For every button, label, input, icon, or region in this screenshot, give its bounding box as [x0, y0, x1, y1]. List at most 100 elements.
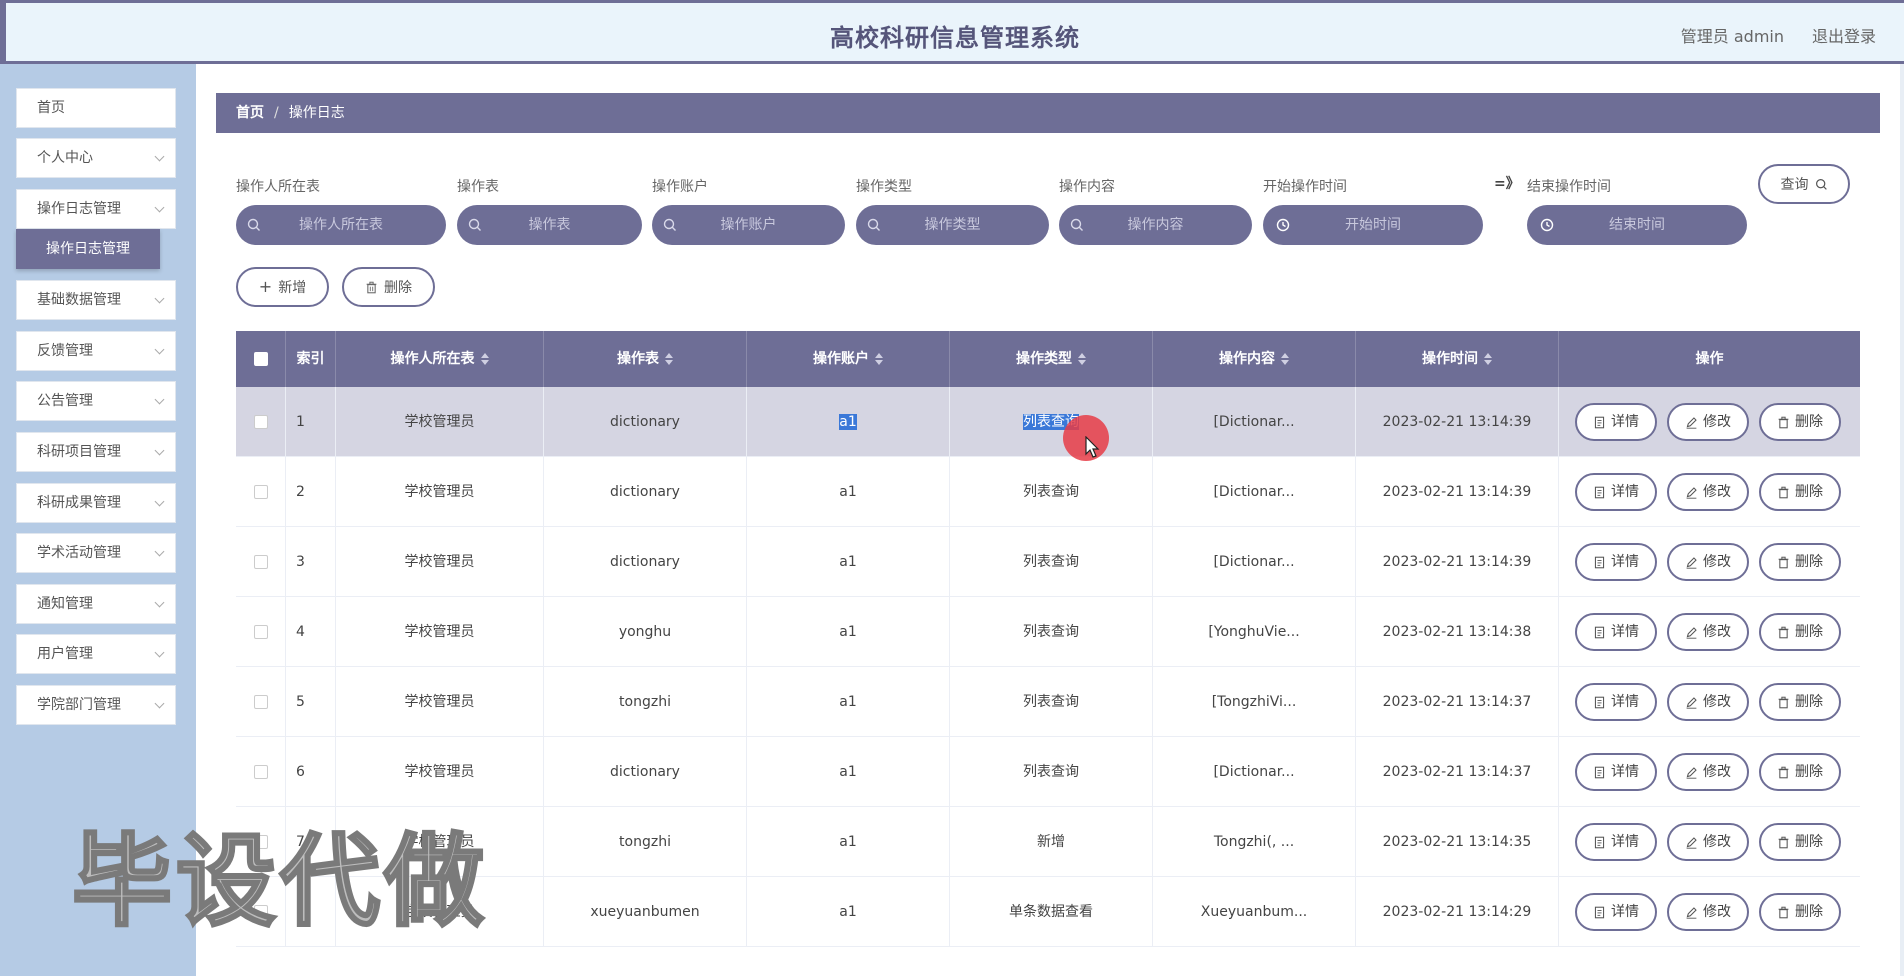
- cell-idx: 5: [286, 667, 336, 737]
- sort-icon: [1078, 353, 1086, 365]
- detail-button[interactable]: 详情: [1575, 823, 1657, 861]
- edit-button[interactable]: 修改: [1667, 753, 1749, 791]
- detail-button[interactable]: 详情: [1575, 753, 1657, 791]
- sidebar-item-label: 公告管理: [37, 393, 93, 409]
- cell-account: a1: [747, 667, 950, 737]
- edit-button[interactable]: 修改: [1667, 893, 1749, 931]
- sidebar-item-feedback[interactable]: 反馈管理: [16, 331, 176, 371]
- chevron-down-icon: [154, 394, 165, 405]
- sidebar-item-home[interactable]: 首页: [16, 88, 176, 128]
- table-row[interactable]: 2 学校管理员 dictionary a1 列表查询 [Dictionar... 2023-…: [236, 457, 1860, 527]
- row-checkbox[interactable]: [254, 415, 268, 429]
- table-row[interactable]: 1 学校管理员 dictionary a1 列表查询 [Dictionar... 2023-…: [236, 387, 1860, 457]
- sidebar-item-achievements[interactable]: 科研成果管理: [16, 483, 176, 523]
- row-delete-button[interactable]: 删除: [1759, 823, 1841, 861]
- sidebar-item-basedata[interactable]: 基础数据管理: [16, 280, 176, 320]
- row-checkbox[interactable]: [254, 555, 268, 569]
- row-checkbox-cell: [236, 667, 286, 737]
- row-delete-button[interactable]: 删除: [1759, 543, 1841, 581]
- sidebar-item-label: 首页: [37, 100, 65, 116]
- filter-input-end-time[interactable]: [1527, 205, 1747, 245]
- cell-table: dictionary: [544, 527, 747, 597]
- row-checkbox[interactable]: [254, 625, 268, 639]
- cell-account: a1: [747, 457, 950, 527]
- edit-button[interactable]: 修改: [1667, 683, 1749, 721]
- detail-button[interactable]: 详情: [1575, 473, 1657, 511]
- document-icon: [1594, 416, 1605, 428]
- header-account[interactable]: 操作账户: [747, 331, 950, 387]
- breadcrumb-current: 操作日志: [288, 105, 345, 121]
- row-checkbox[interactable]: [254, 485, 268, 499]
- sidebar-item-projects[interactable]: 科研项目管理: [16, 432, 176, 472]
- sidebar-item-profile[interactable]: 个人中心: [16, 138, 176, 178]
- cell-account: a1: [747, 877, 950, 947]
- chevron-down-icon: [154, 202, 165, 213]
- trash-icon: [366, 281, 377, 293]
- row-checkbox[interactable]: [254, 695, 268, 709]
- cell-content: [Dictionar...: [1153, 387, 1356, 457]
- delete-button-label: 删除: [384, 280, 412, 296]
- breadcrumb-home[interactable]: 首页: [236, 105, 264, 121]
- detail-button[interactable]: 详情: [1575, 543, 1657, 581]
- cell-idx: 1: [286, 387, 336, 457]
- detail-button[interactable]: 详情: [1575, 613, 1657, 651]
- document-icon: [1594, 836, 1605, 848]
- cell-content: [YonghuVie...: [1153, 597, 1356, 667]
- sidebar-item-label: 操作日志管理: [37, 201, 121, 217]
- filter-input-table[interactable]: [457, 205, 642, 245]
- trash-icon: [1778, 696, 1789, 708]
- sidebar-item-activities[interactable]: 学术活动管理: [16, 533, 176, 573]
- cell-type: 列表查询: [950, 737, 1153, 807]
- table-row[interactable]: 5 学校管理员 tongzhi a1 列表查询 [TongzhiVi... 2023-02-…: [236, 667, 1860, 737]
- row-delete-button[interactable]: 删除: [1759, 683, 1841, 721]
- edit-button[interactable]: 修改: [1667, 613, 1749, 651]
- header-table[interactable]: 操作表: [544, 331, 747, 387]
- sidebar-item-notice[interactable]: 公告管理: [16, 381, 176, 421]
- query-button[interactable]: 查询: [1758, 164, 1850, 204]
- select-all-checkbox[interactable]: [254, 352, 268, 366]
- cell-type: 列表查询: [950, 527, 1153, 597]
- add-button[interactable]: + 新增: [236, 267, 329, 307]
- filter-input-content[interactable]: [1059, 205, 1252, 245]
- filter-input-type[interactable]: [856, 205, 1049, 245]
- row-checkbox-cell: [236, 597, 286, 667]
- sidebar-subitem-oplog[interactable]: 操作日志管理: [16, 229, 160, 269]
- edit-button[interactable]: 修改: [1667, 543, 1749, 581]
- table-row[interactable]: 3 学校管理员 dictionary a1 列表查询 [Dictionar... 2023-…: [236, 527, 1860, 597]
- header-time[interactable]: 操作时间: [1356, 331, 1559, 387]
- row-checkbox[interactable]: [254, 765, 268, 779]
- edit-icon: [1686, 906, 1697, 919]
- filter-input-start-time[interactable]: [1263, 205, 1483, 245]
- table-header: 索引 操作人所在表 操作表 操作账户 操作类型 操作内容 操作时间 操作: [236, 331, 1860, 387]
- trash-icon: [1778, 906, 1789, 918]
- search-icon: [1815, 178, 1827, 190]
- header-user-table[interactable]: 操作人所在表: [336, 331, 544, 387]
- document-icon: [1594, 766, 1605, 778]
- edit-icon: [1686, 766, 1697, 779]
- table-row[interactable]: 4 学校管理员 yonghu a1 列表查询 [YonghuVie... 2023-02-2…: [236, 597, 1860, 667]
- row-delete-button[interactable]: 删除: [1759, 473, 1841, 511]
- delete-button[interactable]: 删除: [342, 267, 435, 307]
- edit-icon: [1686, 556, 1697, 569]
- sidebar-item-departments[interactable]: 学院部门管理: [16, 685, 176, 725]
- detail-button[interactable]: 详情: [1575, 403, 1657, 441]
- edit-button[interactable]: 修改: [1667, 473, 1749, 511]
- detail-button[interactable]: 详情: [1575, 683, 1657, 721]
- sidebar-item-notifications[interactable]: 通知管理: [16, 584, 176, 624]
- edit-button[interactable]: 修改: [1667, 403, 1749, 441]
- logout-link[interactable]: 退出登录: [1812, 23, 1876, 47]
- detail-button[interactable]: 详情: [1575, 893, 1657, 931]
- table-row[interactable]: 6 学校管理员 dictionary a1 列表查询 [Dictionar... 2023-…: [236, 737, 1860, 807]
- header-type[interactable]: 操作类型: [950, 331, 1153, 387]
- scrollbar-track[interactable]: [1900, 64, 1904, 976]
- row-delete-button[interactable]: 删除: [1759, 753, 1841, 791]
- sidebar-item-oplog[interactable]: 操作日志管理: [16, 189, 176, 229]
- sidebar-item-users[interactable]: 用户管理: [16, 634, 176, 674]
- edit-button[interactable]: 修改: [1667, 823, 1749, 861]
- row-delete-button[interactable]: 删除: [1759, 893, 1841, 931]
- row-delete-button[interactable]: 删除: [1759, 613, 1841, 651]
- row-delete-button[interactable]: 删除: [1759, 403, 1841, 441]
- filter-input-user-table[interactable]: [236, 205, 446, 245]
- filter-input-account[interactable]: [652, 205, 845, 245]
- header-content[interactable]: 操作内容: [1153, 331, 1356, 387]
